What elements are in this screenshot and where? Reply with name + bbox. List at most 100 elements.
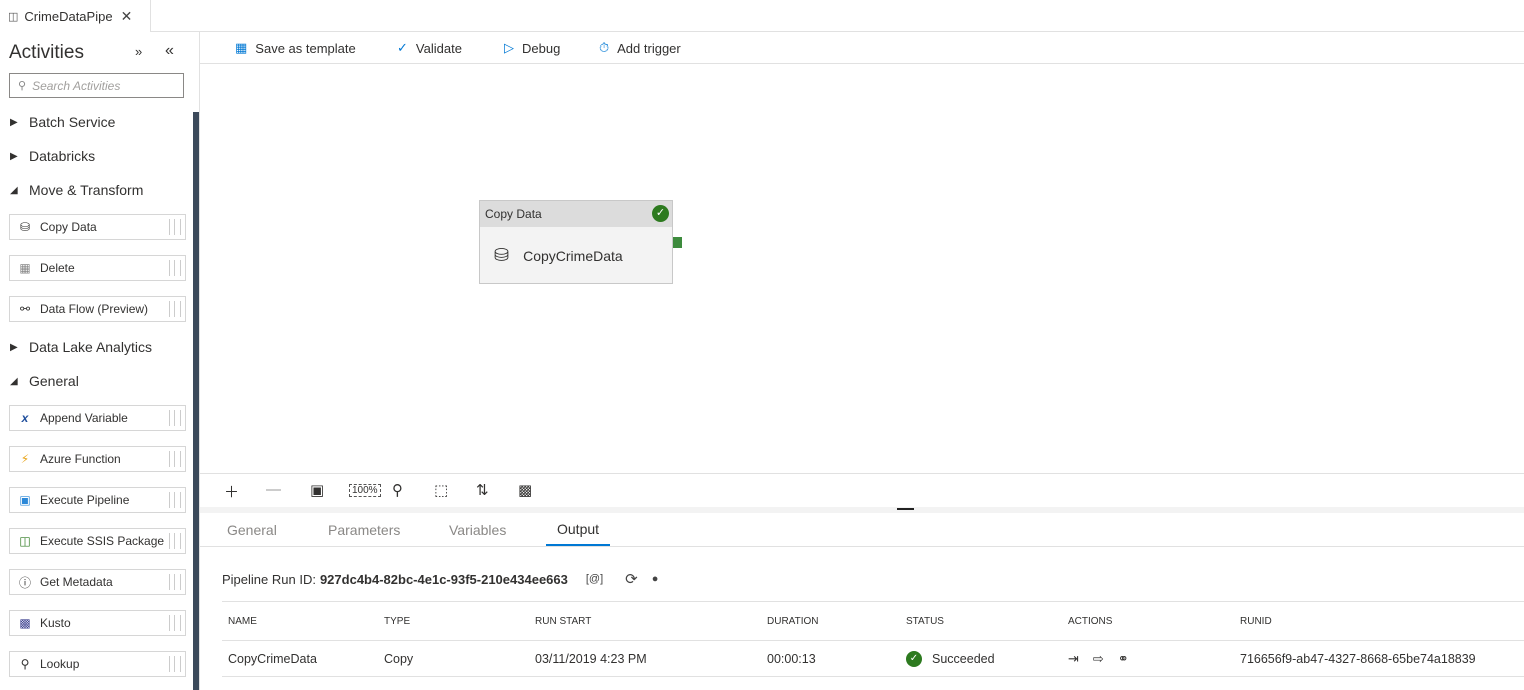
debug-label: Debug [522,40,561,56]
group-general[interactable]: ◢ General [0,369,192,393]
debug-button[interactable]: ▷ Debug [504,32,560,64]
select-icon[interactable]: ⬚ [434,481,448,499]
sidebar-scrollbar[interactable] [193,112,199,690]
col-run-start: RUN START [535,615,592,627]
tab-output[interactable]: Output [546,513,611,546]
zoom-in-icon[interactable]: ＋ [224,481,239,502]
output-port-handle[interactable] [673,237,682,248]
activity-data-flow[interactable]: ⚯ Data Flow (Preview) [9,296,186,322]
row-type: Copy [384,651,414,666]
table-row[interactable]: CopyCrimeData Copy 03/11/2019 4:23 PM 00… [222,641,1524,677]
ssis-icon: ◫ [19,534,31,548]
drag-handle[interactable] [169,451,181,467]
activity-node-copycrimedata[interactable]: Copy Data ✓ ⛁ CopyCrimeData [479,200,673,284]
pipeline-icon: ◫ [8,10,19,23]
node-type-label: Copy Data [480,201,672,227]
run-id-value: 927dc4b4-82bc-4e1c-93f5-210e434ee663 [319,571,568,587]
lookup-icon: ⚲ [20,657,30,671]
details-glasses-icon[interactable]: ⚭ [1118,651,1129,667]
copy-id-icon[interactable]: [@] [586,573,603,585]
drag-handle[interactable] [169,260,181,276]
col-name: NAME [228,615,257,627]
drag-handle[interactable] [169,219,181,235]
activity-append-variable[interactable]: x Append Variable [9,405,186,431]
activity-azure-function[interactable]: ⚡ Azure Function [9,446,186,472]
tab-parameters[interactable]: Parameters [328,513,400,546]
table-header: NAME TYPE RUN START DURATION STATUS ACTI… [222,601,1524,641]
validate-button[interactable]: ✓ Validate [397,32,462,64]
collapse-all-icon[interactable]: » [135,44,142,59]
output-table: NAME TYPE RUN START DURATION STATUS ACTI… [222,601,1524,677]
zoom-out-icon[interactable]: — [266,481,281,498]
template-icon: ▦ [235,40,248,55]
row-name: CopyCrimeData [228,651,317,666]
activity-label: Data Flow (Preview) [40,302,149,316]
drag-handle[interactable] [169,410,181,426]
zoom-100-icon[interactable]: 100% [349,484,381,497]
group-label: Move & Transform [29,182,144,198]
row-runid: 716656f9-ab47-4327-8668-65be74a18839 [1240,651,1476,666]
save-as-template-button[interactable]: ▦ Save as template [235,32,356,64]
row-duration: 00:00:13 [767,651,816,666]
auto-align-icon[interactable]: ⇅ [476,481,489,499]
group-label: Data Lake Analytics [29,339,152,355]
col-duration: DURATION [767,615,819,627]
row-actions: ⇥ ⇨ ⚭ [1068,641,1143,676]
status-text: Succeeded [932,651,995,666]
output-icon[interactable]: ⇨ [1093,651,1104,667]
activity-label: Lookup [40,657,80,671]
activity-label: Azure Function [40,452,121,466]
properties-panel: General Parameters Variables Output Pipe… [200,513,1524,690]
success-check-icon: ✓ [906,650,922,667]
run-id-label: Pipeline Run ID: [222,571,316,587]
splitter-handle[interactable] [897,508,914,510]
tab-divider [200,546,1524,547]
drag-handle[interactable] [169,492,181,508]
col-status: STATUS [906,615,944,627]
search-placeholder: Search Activities [32,78,121,93]
group-batch-service[interactable]: ▶ Batch Service [0,110,192,134]
group-label: General [29,373,79,389]
validate-label: Validate [415,40,462,56]
activity-label: Get Metadata [40,575,113,589]
search-activities-input[interactable]: ⚲ Search Activities [9,73,184,98]
zoom-fit-icon[interactable]: ⚲ [392,481,403,499]
drag-handle[interactable] [169,656,181,672]
save-as-template-label: Save as template [255,40,356,56]
collapse-panel-icon[interactable]: « [165,42,174,60]
refresh-icon[interactable]: ⟳ [625,570,638,588]
pipeline-canvas[interactable]: Copy Data ✓ ⛁ CopyCrimeData [200,64,1524,473]
drag-handle[interactable] [169,615,181,631]
info-icon: ⓘ [18,575,31,590]
activity-kusto[interactable]: ▩ Kusto [9,610,186,636]
activity-label: Execute Pipeline [40,493,130,507]
drag-handle[interactable] [169,574,181,590]
activity-label: Delete [40,261,75,275]
tab-crimedatapipe[interactable]: ◫ CrimeDataPipe ✕ [0,0,151,32]
expand-arrow-icon: ▶ [10,150,18,162]
tab-general[interactable]: General [227,513,277,546]
activity-execute-pipeline[interactable]: ▣ Execute Pipeline [9,487,186,513]
play-icon: ▷ [504,40,514,55]
col-type: TYPE [384,615,411,627]
group-move-transform[interactable]: ◢ Move & Transform [0,178,192,202]
group-data-lake-analytics[interactable]: ▶ Data Lake Analytics [0,335,192,359]
drag-handle[interactable] [169,301,181,317]
activity-copy-data[interactable]: ⛁ Copy Data [9,214,186,240]
group-databricks[interactable]: ▶ Databricks [0,144,192,168]
activity-delete[interactable]: ▦ Delete [9,255,186,281]
variable-icon: x [21,411,29,425]
activity-get-metadata[interactable]: ⓘ Get Metadata [9,569,186,595]
activity-label: Copy Data [40,220,97,234]
drag-handle[interactable] [169,533,181,549]
input-icon[interactable]: ⇥ [1068,651,1079,667]
layout-icon[interactable]: ▩ [518,481,532,499]
activity-execute-ssis[interactable]: ◫ Execute SSIS Package [9,528,186,554]
close-icon[interactable]: ✕ [121,8,133,25]
tab-variables[interactable]: Variables [449,513,506,546]
lock-icon[interactable]: ▣ [310,481,324,499]
activity-lookup[interactable]: ⚲ Lookup [9,651,186,677]
add-trigger-button[interactable]: ⏱ Add trigger [599,32,681,64]
info-icon[interactable]: ● [652,573,659,585]
add-trigger-label: Add trigger [617,40,681,56]
